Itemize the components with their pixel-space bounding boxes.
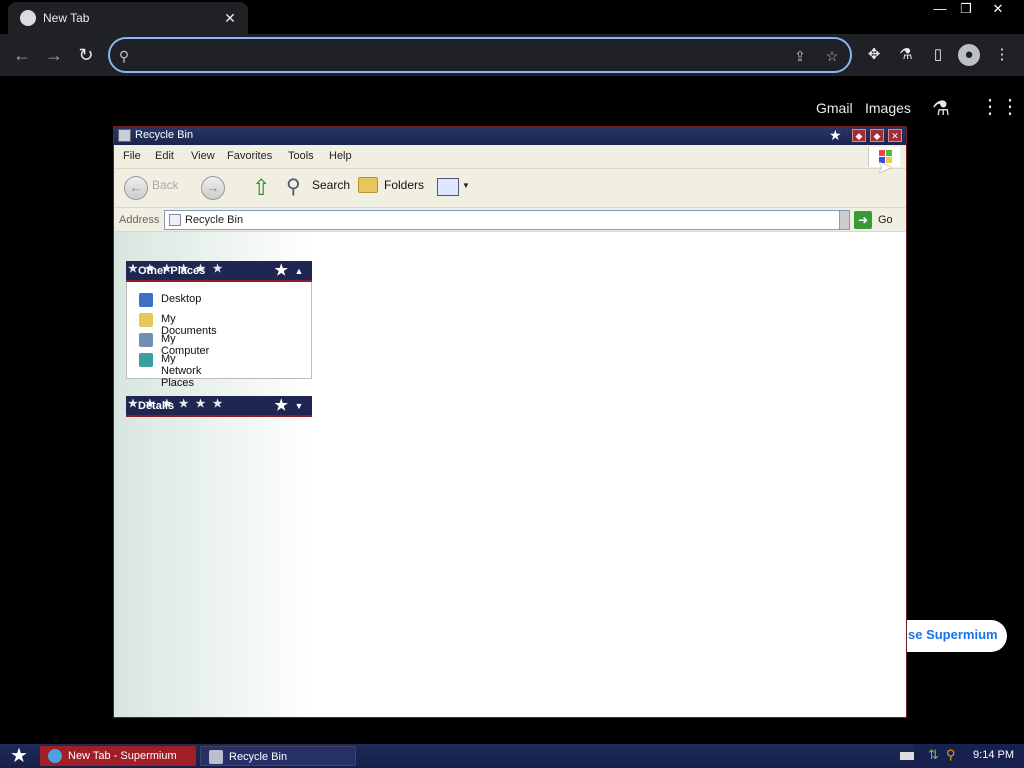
search-tray-icon[interactable]: ⚲ <box>946 747 956 763</box>
recycle-bin-icon <box>118 129 131 142</box>
tab-strip: New Tab ✕ — ❐ ✕ <box>0 0 1024 34</box>
address-field[interactable]: Recycle Bin <box>164 210 850 230</box>
globe-icon <box>20 10 36 26</box>
my-computer-icon <box>139 333 153 347</box>
go-arrow-icon: ➜ <box>854 211 872 229</box>
expand-chevron-icon[interactable]: ▼ <box>292 399 306 413</box>
profile-avatar-icon[interactable]: ● <box>958 44 980 66</box>
task-recycle-bin[interactable]: Recycle Bin <box>200 746 356 766</box>
labs-icon[interactable]: ⚗ <box>932 96 950 121</box>
omnibox[interactable]: ⚲ ⇪ ☆ <box>108 37 852 73</box>
share-icon[interactable]: ⇪ <box>790 46 810 66</box>
reload-icon[interactable]: ↻ <box>74 43 98 67</box>
tab-title: New Tab <box>43 11 90 25</box>
task-supermium[interactable]: New Tab - Supermium <box>40 746 196 766</box>
other-places-panel: Desktop My Documents My Computer My Netw… <box>126 282 312 389</box>
apps-grid-icon[interactable]: ⋮⋮⋮ <box>980 94 1024 119</box>
go-button[interactable]: ➜ Go <box>854 210 900 230</box>
views-dropdown-icon[interactable]: ▼ <box>462 181 470 190</box>
tab-new-tab[interactable]: New Tab ✕ <box>8 2 248 34</box>
recycle-bin-icon <box>209 750 223 764</box>
star-icon: ★ <box>274 397 288 414</box>
search-button[interactable]: Search <box>312 178 350 192</box>
recycle-bin-small-icon <box>169 214 181 226</box>
other-places-title: Other Places <box>138 265 206 277</box>
supermium-icon <box>48 749 62 763</box>
omnibox-input[interactable] <box>140 44 740 66</box>
minimize-icon[interactable]: — <box>926 0 954 18</box>
menu-file[interactable]: File <box>123 150 141 162</box>
mouse-cursor-icon: ➤ <box>877 157 893 177</box>
details-title: Details <box>138 400 175 412</box>
place-label: My Network Places <box>161 353 202 389</box>
menu-bar: File Edit View Favorites Tools Help <box>114 145 906 169</box>
system-tray: ⇅ ⚲ 9:14 PM <box>900 744 1024 768</box>
desktop-icon <box>139 293 153 307</box>
extensions-icon[interactable]: ✥ <box>863 44 885 66</box>
back-label[interactable]: Back <box>152 178 179 192</box>
address-dropdown-icon[interactable] <box>839 211 849 229</box>
bookmark-star-icon[interactable]: ☆ <box>822 46 842 66</box>
back-button-icon[interactable]: ← <box>124 176 148 200</box>
back-arrow-icon[interactable]: ← <box>10 43 34 67</box>
other-places-header[interactable]: ★ ★ ★ ★ ★ ★ Other Places ★ ▲ <box>126 261 312 282</box>
tab-close-icon[interactable]: ✕ <box>220 8 240 28</box>
collapse-chevron-icon[interactable]: ▲ <box>292 264 306 278</box>
task-label: New Tab - Supermium <box>68 750 177 762</box>
start-star-icon[interactable]: ★ <box>4 745 34 767</box>
details-header[interactable]: ★ ★ ★ ★ ★ ★ Details ★ ▼ <box>126 396 312 417</box>
menu-favorites[interactable]: Favorites <box>227 150 272 162</box>
views-icon[interactable] <box>437 178 459 196</box>
images-link[interactable]: Images <box>865 100 911 116</box>
gmail-link[interactable]: Gmail <box>816 100 853 116</box>
restore-icon[interactable]: ❐ <box>952 0 980 18</box>
minimize-button[interactable]: ◆ <box>852 129 866 142</box>
place-label: Desktop <box>161 293 202 305</box>
star-icon: ★ <box>829 127 842 143</box>
forward-arrow-icon[interactable]: → <box>42 43 66 67</box>
search-magnifier-icon[interactable]: ⚲ <box>286 174 301 199</box>
menu-help[interactable]: Help <box>329 150 352 162</box>
labs-flask-icon[interactable]: ⚗ <box>895 44 917 66</box>
address-bar: Address Recycle Bin ➜ Go <box>114 208 906 232</box>
my-documents-icon <box>139 313 153 327</box>
browser-toolbar: ← → ↻ ⚲ ⇪ ☆ ✥ ⚗ ▯ ● ⋮ <box>0 34 1024 76</box>
window-title: Recycle Bin <box>135 129 194 141</box>
keyboard-icon[interactable] <box>900 752 914 760</box>
address-value: Recycle Bin <box>185 214 244 226</box>
clock: 9:14 PM <box>973 749 1014 761</box>
network-icon[interactable]: ⇅ <box>928 747 939 763</box>
close-button[interactable]: ✕ <box>888 129 902 142</box>
search-icon: ⚲ <box>118 48 130 64</box>
maximize-button[interactable]: ◆ <box>870 129 884 142</box>
explorer-toolbar: ← Back → ⇧ ⚲ Search Folders ▼ <box>114 169 906 208</box>
menu-edit[interactable]: Edit <box>155 150 174 162</box>
folder-up-icon[interactable]: ⇧ <box>252 175 270 201</box>
supermium-badge-label: se Supermium <box>908 627 998 642</box>
explorer-body: ★ ★ ★ ★ ★ ★ Other Places ★ ▲ Desktop My … <box>114 232 906 717</box>
go-label: Go <box>878 214 893 226</box>
star-icon: ★ <box>274 262 288 279</box>
forward-button-icon[interactable]: → <box>201 176 225 200</box>
explorer-titlebar[interactable]: Recycle Bin ★ ◆ ◆ ✕ <box>114 127 906 145</box>
address-label: Address <box>119 214 160 226</box>
folders-icon[interactable] <box>358 177 378 193</box>
menu-kebab-icon[interactable]: ⋮ <box>991 44 1013 66</box>
side-panel-icon[interactable]: ▯ <box>927 44 949 66</box>
task-label: Recycle Bin <box>229 751 288 763</box>
close-window-icon[interactable]: ✕ <box>984 0 1012 18</box>
folders-button[interactable]: Folders <box>384 178 424 192</box>
menu-view[interactable]: View <box>191 150 215 162</box>
taskbar: ★ New Tab - Supermium Recycle Bin ⇅ ⚲ 9:… <box>0 744 1024 768</box>
network-places-icon <box>139 353 153 367</box>
explorer-window: Recycle Bin ★ ◆ ◆ ✕ File Edit View Favor… <box>113 126 907 718</box>
menu-tools[interactable]: Tools <box>288 150 314 162</box>
